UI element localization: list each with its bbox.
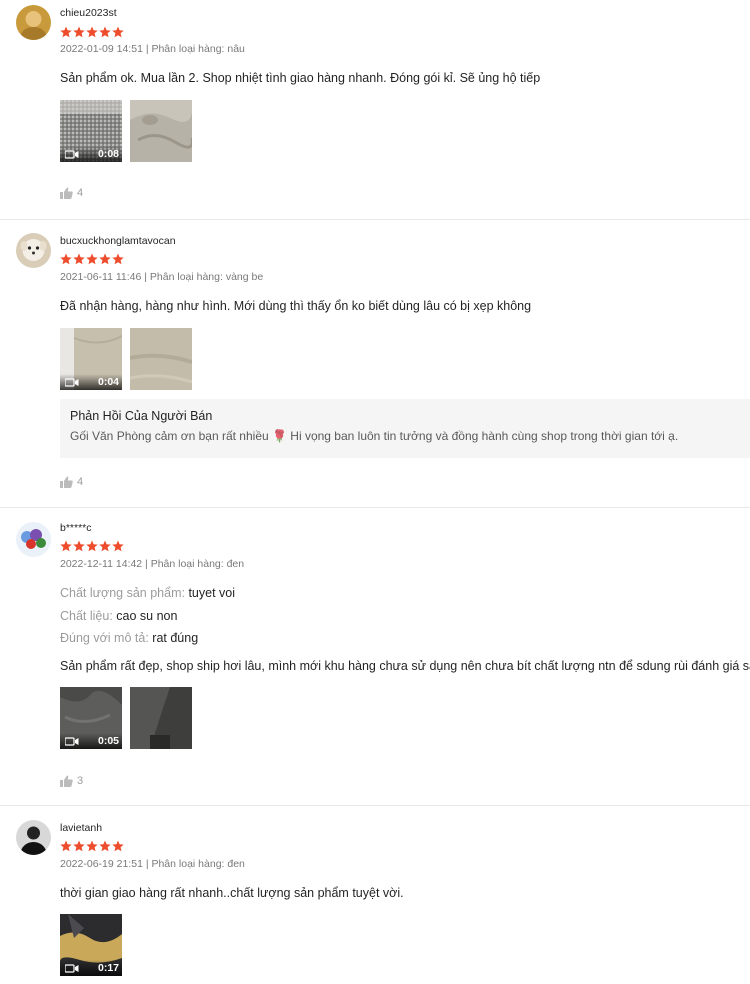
attribute-value: cao su non xyxy=(116,609,178,623)
star-icon xyxy=(60,26,72,38)
star-icon xyxy=(86,253,98,265)
image-thumbnail[interactable] xyxy=(130,328,192,390)
attribute-key: Đúng với mô tả: xyxy=(60,631,149,645)
variation-label: Phân loại hàng: đen xyxy=(151,858,245,870)
image-thumbnail[interactable] xyxy=(130,687,192,749)
star-icon xyxy=(60,540,72,552)
attribute-value: tuyet voi xyxy=(188,586,236,600)
avatar[interactable] xyxy=(16,522,51,557)
review-date: 2021-06-11 11:46 xyxy=(60,271,142,283)
like-count: 4 xyxy=(77,476,84,488)
rating-stars xyxy=(60,840,124,852)
video-overlay: 0:08 xyxy=(60,146,122,162)
video-duration: 0:05 xyxy=(97,735,119,747)
attribute-key: Chất lượng sản phẩm: xyxy=(60,586,185,600)
review-attribute: Đúng với mô tả: rat đúng xyxy=(60,631,198,645)
review-date: 2022-01-09 14:51 xyxy=(60,43,143,55)
video-camera-icon xyxy=(65,149,79,159)
star-icon xyxy=(73,840,85,852)
star-icon xyxy=(73,26,85,38)
username[interactable]: bucxuckhonglamtavocan xyxy=(60,235,176,247)
star-icon xyxy=(86,840,98,852)
star-icon xyxy=(60,253,72,265)
star-icon xyxy=(86,26,98,38)
star-icon xyxy=(99,840,111,852)
video-thumbnail[interactable]: 0:04 xyxy=(60,328,122,390)
video-duration: 0:08 xyxy=(97,148,119,160)
video-thumbnail[interactable]: 0:08 xyxy=(60,100,122,162)
rating-stars xyxy=(60,253,124,265)
username[interactable]: lavietanh xyxy=(60,822,102,834)
rating-stars xyxy=(60,540,124,552)
review-meta: 2022-01-09 14:51 | Phân loại hàng: nâu xyxy=(60,43,245,55)
like-button[interactable]: 4 xyxy=(60,476,83,488)
avatar[interactable] xyxy=(16,233,51,268)
star-icon xyxy=(112,253,124,265)
review-attribute: Chất liệu: cao su non xyxy=(60,609,177,623)
thumbs-up-icon xyxy=(60,476,73,488)
video-overlay: 0:05 xyxy=(60,733,122,749)
review-date: 2022-12-11 14:42 xyxy=(60,558,143,570)
video-thumbnail[interactable]: 0:17 xyxy=(60,914,122,976)
review-text: Đã nhận hàng, hàng như hình. Mới dùng th… xyxy=(60,299,532,313)
video-camera-icon xyxy=(65,736,79,746)
media-list: 0:04 xyxy=(60,328,192,390)
like-button[interactable]: 3 xyxy=(60,775,83,787)
star-icon xyxy=(112,26,124,38)
image-thumbnail[interactable] xyxy=(130,100,192,162)
star-icon xyxy=(86,540,98,552)
thumbs-up-icon xyxy=(60,187,73,199)
star-icon xyxy=(99,253,111,265)
like-count: 4 xyxy=(77,187,84,199)
variation-label: Phân loại hàng: đen xyxy=(150,558,245,570)
review-date: 2022-06-19 21:51 xyxy=(60,858,143,870)
star-icon xyxy=(112,840,124,852)
star-icon xyxy=(99,26,111,38)
seller-reply-title: Phản Hồi Của Người Bán xyxy=(70,409,213,423)
video-overlay: 0:04 xyxy=(60,374,122,390)
username[interactable]: b*****c xyxy=(60,522,92,534)
video-duration: 0:17 xyxy=(97,962,119,974)
attribute-value: rat đúng xyxy=(152,631,199,645)
media-list: 0:05 xyxy=(60,687,192,749)
video-camera-icon xyxy=(65,963,79,973)
video-duration: 0:04 xyxy=(97,376,119,388)
review-text: Sản phẩm rất đẹp, shop ship hơi lâu, mìn… xyxy=(60,659,750,673)
star-icon xyxy=(99,540,111,552)
thumbs-up-icon xyxy=(60,775,73,787)
star-icon xyxy=(60,840,72,852)
review-item: lavietanh 2022-06-19 21:51 | Phân loại h… xyxy=(0,806,750,984)
star-icon xyxy=(112,540,124,552)
star-icon xyxy=(73,253,85,265)
video-overlay: 0:17 xyxy=(60,960,122,976)
attribute-key: Chất liệu: xyxy=(60,609,113,623)
review-meta: 2021-06-11 11:46 | Phân loại hàng: vàng … xyxy=(60,271,264,283)
review-attribute: Chất lượng sản phẩm: tuyet voi xyxy=(60,586,235,600)
review-item: bucxuckhonglamtavocan 2021-06-11 11:46 |… xyxy=(0,220,750,508)
star-icon xyxy=(73,540,85,552)
video-thumbnail[interactable]: 0:05 xyxy=(60,687,122,749)
video-camera-icon xyxy=(65,377,79,387)
variation-label: Phân loại hàng: nâu xyxy=(151,43,245,55)
username[interactable]: chieu2023st xyxy=(60,7,117,19)
review-item: chieu2023st 2022-01-09 14:51 | Phân loại… xyxy=(0,0,750,220)
review-text: thời gian giao hàng rất nhanh..chất lượn… xyxy=(60,886,404,900)
seller-reply-text: Gối Văn Phòng cảm ơn bạn rất nhiều 🌹 Hi … xyxy=(70,429,679,443)
review-meta: 2022-06-19 21:51 | Phân loại hàng: đen xyxy=(60,858,245,870)
media-list: 0:17 xyxy=(60,914,122,976)
review-text: Sản phẩm ok. Mua lần 2. Shop nhiệt tình … xyxy=(60,71,541,85)
like-button[interactable]: 4 xyxy=(60,187,83,199)
review-meta: 2022-12-11 14:42 | Phân loại hàng: đen xyxy=(60,558,245,570)
seller-reply: Phản Hồi Của Người Bán Gối Văn Phòng cảm… xyxy=(60,399,750,458)
media-list: 0:08 xyxy=(60,100,192,162)
rating-stars xyxy=(60,26,124,38)
like-count: 3 xyxy=(77,775,84,787)
variation-label: Phân loại hàng: vàng be xyxy=(149,271,264,283)
avatar[interactable] xyxy=(16,5,51,40)
avatar[interactable] xyxy=(16,820,51,855)
review-item: b*****c 2022-12-11 14:42 | Phân loại hàn… xyxy=(0,508,750,806)
